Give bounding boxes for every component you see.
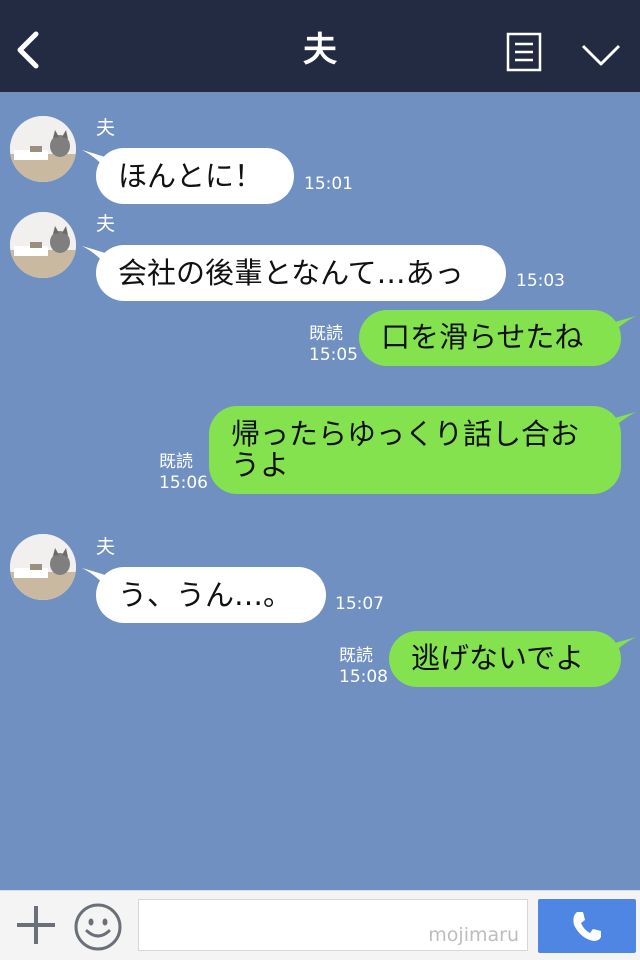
input-bar: mojimaru (0, 890, 640, 960)
message-bubble[interactable]: 逃げないでよ (389, 631, 621, 687)
sender-name: 夫 (96, 213, 116, 235)
bubble-tail (608, 316, 636, 338)
read-receipt: 既読 15:06 (159, 452, 208, 494)
message-bubble[interactable]: う、うん…。 (96, 567, 326, 623)
message-time: 15:06 (159, 473, 208, 493)
avatar[interactable] (10, 212, 76, 278)
chevron-down-icon[interactable] (580, 40, 622, 68)
bubble-tail (608, 637, 636, 659)
read-label: 既読 (339, 646, 373, 666)
message-time: 15:07 (335, 594, 384, 614)
read-receipt: 既読 15:05 (309, 324, 358, 366)
message-bubble[interactable]: 帰ったらゆっくり話し合お うよ (209, 406, 621, 494)
call-button[interactable] (538, 899, 636, 953)
plus-icon[interactable] (14, 903, 58, 947)
message-time: 15:05 (309, 345, 358, 365)
smiley-icon[interactable] (72, 901, 124, 953)
sender-name: 夫 (96, 117, 116, 139)
message-time: 15:01 (304, 174, 353, 194)
chat-title: 夫 (303, 30, 337, 70)
avatar[interactable] (10, 534, 76, 600)
message-bubble[interactable]: 口を滑らせたね (359, 310, 621, 366)
read-receipt: 既読 15:08 (339, 646, 388, 688)
read-label: 既読 (159, 452, 193, 472)
avatar[interactable] (10, 116, 76, 182)
read-label: 既読 (309, 324, 343, 344)
phone-icon (573, 912, 601, 941)
chat-area[interactable]: 夫 ほんとに！ 15:01 夫 会社の後輩となんて…あっ 15:03 既読 15… (0, 92, 640, 890)
message-time: 15:03 (516, 271, 565, 291)
sender-name: 夫 (96, 536, 116, 558)
message-line: 帰ったらゆっくり話し合お (231, 417, 580, 451)
menu-icon[interactable] (506, 32, 542, 72)
chat-header: 夫 (0, 0, 640, 92)
message-bubble[interactable]: ほんとに！ (96, 148, 294, 204)
watermark: mojimaru (428, 924, 519, 946)
message-time: 15:08 (339, 667, 388, 687)
message-input[interactable]: mojimaru (138, 899, 528, 951)
bubble-tail (608, 412, 636, 434)
message-bubble[interactable]: 会社の後輩となんて…あっ (96, 245, 506, 301)
message-line: うよ (231, 448, 290, 482)
